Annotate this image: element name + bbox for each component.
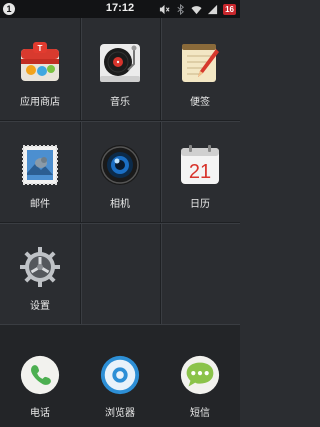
settings-icon [20, 247, 60, 287]
mail-icon [22, 145, 58, 185]
app-label: 日历 [190, 199, 210, 210]
wifi-icon [191, 5, 202, 14]
calendar-date-text: 21 [189, 161, 211, 183]
app-store-icon: T [21, 42, 59, 81]
bluetooth-icon [177, 3, 185, 15]
dock: 电话 浏览器 短信 [0, 324, 240, 427]
browser-icon [100, 355, 140, 395]
svg-text:T: T [38, 44, 43, 53]
camera-icon [100, 145, 140, 185]
app-label: 应用商店 [20, 97, 60, 108]
status-icons: 16 [159, 2, 236, 16]
dock-label: 电话 [30, 408, 50, 419]
app-tile-music[interactable]: 音乐 [80, 18, 160, 120]
app-label: 相机 [110, 199, 130, 210]
phone-icon [20, 355, 60, 395]
app-tile-camera[interactable]: 相机 [80, 120, 160, 222]
signal-icon [208, 4, 218, 14]
app-tile-calendar[interactable]: 21 日历 [160, 120, 240, 222]
app-label: 音乐 [110, 97, 130, 108]
app-tile-app-store[interactable]: T 应用商店 [0, 18, 80, 120]
dock-label: 短信 [190, 408, 210, 419]
notes-icon [182, 44, 219, 82]
app-tile-notes[interactable]: 便签 [160, 18, 240, 120]
dock-item-browser[interactable]: 浏览器 [80, 325, 160, 427]
app-tile-settings[interactable]: 设置 [0, 222, 80, 324]
calendar-icon: 21 [181, 145, 219, 184]
messages-icon [180, 355, 220, 395]
app-tile-mail[interactable]: 邮件 [0, 120, 80, 222]
app-label: 邮件 [30, 199, 50, 210]
mute-icon [160, 4, 170, 14]
app-label: 便签 [190, 97, 210, 108]
status-bar: 1 17:12 16 [0, 0, 240, 18]
dock-item-messages[interactable]: 短信 [160, 325, 240, 427]
music-icon [100, 44, 140, 82]
dock-item-phone[interactable]: 电话 [0, 325, 80, 427]
battery-level-badge: 16 [223, 3, 236, 15]
dock-label: 浏览器 [105, 408, 135, 419]
app-label: 设置 [30, 301, 50, 312]
app-grid: T 应用商店 音乐 便签 邮件 相机 21 日历 设置 [0, 18, 240, 324]
